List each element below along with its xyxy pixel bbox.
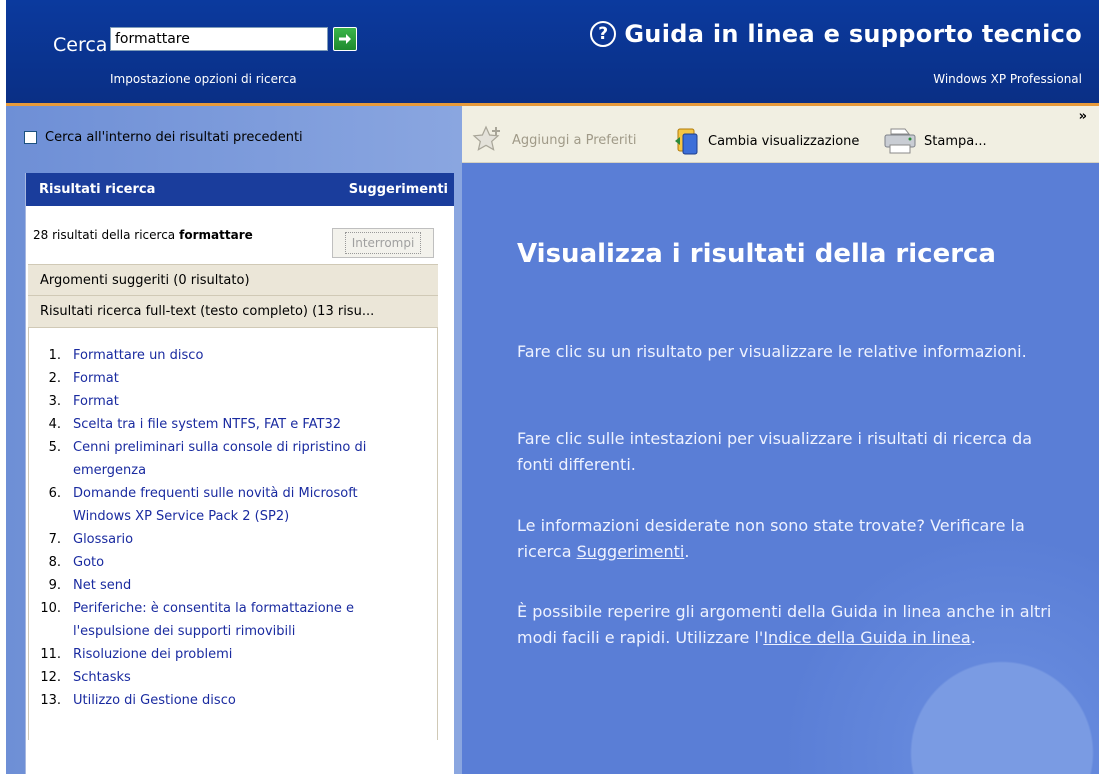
- result-item: 5. Cenni preliminari sulla console di rip…: [29, 436, 437, 482]
- print-label: Stampa...: [924, 133, 987, 149]
- results-count-row: 28 risultati della ricerca formattare In…: [26, 206, 454, 264]
- content-title: Visualizza i risultati della ricerca: [517, 239, 996, 269]
- result-number: 7.: [48, 532, 61, 547]
- arrow-right-icon: [339, 34, 351, 44]
- result-item: 13. Utilizzo di Gestione disco: [29, 689, 437, 712]
- search-previous-results-option[interactable]: Cerca all'interno dei risultati preceden…: [24, 130, 303, 145]
- help-center-title: ? Guida in linea e supporto tecnico: [590, 20, 1082, 48]
- add-favorites-button[interactable]: Aggiungi a Preferiti: [472, 125, 637, 155]
- content-paragraph-4: È possibile reperire gli argomenti della…: [517, 599, 1057, 651]
- tab-search-results[interactable]: Risultati ricerca: [39, 182, 155, 197]
- paragraph-3-end: .: [684, 542, 690, 561]
- toolbar-overflow-chevron[interactable]: »: [1079, 109, 1087, 124]
- content-paragraph-1: Fare clic su un risultato per visualizza…: [517, 342, 1027, 361]
- result-link[interactable]: Goto: [73, 551, 403, 574]
- result-item: 10. Periferiche: è consentita la formatta…: [29, 597, 437, 643]
- result-item: 1. Formattare un disco: [29, 344, 437, 367]
- change-view-label: Cambia visualizzazione: [708, 133, 860, 149]
- content-area: Visualizza i risultati della ricerca Far…: [462, 163, 1099, 774]
- result-link[interactable]: Net send: [73, 574, 403, 597]
- suggestions-link[interactable]: Suggerimenti: [577, 542, 685, 561]
- results-box: Risultati ricerca Suggerimenti 28 risult…: [25, 173, 454, 774]
- change-view-icon: [675, 128, 698, 155]
- results-list: 1. Formattare un disco 2. Format 3. Format 4. S…: [28, 328, 438, 740]
- result-link[interactable]: Format: [73, 367, 403, 390]
- result-item: 8. Goto: [29, 551, 437, 574]
- question-mark-icon: ?: [590, 21, 617, 47]
- result-number: 6.: [48, 486, 61, 501]
- result-link[interactable]: Scelta tra i file system NTFS, FAT e FAT…: [73, 413, 403, 436]
- result-item: 11. Risoluzione dei problemi: [29, 643, 437, 666]
- result-link[interactable]: Utilizzo di Gestione disco: [73, 689, 403, 712]
- stop-button[interactable]: Interrompi: [332, 228, 434, 258]
- result-number: 8.: [48, 555, 61, 570]
- content-toolbar: Aggiungi a Preferiti Cambia visualizzazi…: [462, 106, 1099, 163]
- result-link[interactable]: Risoluzione dei problemi: [73, 643, 403, 666]
- result-item: 7. Glossario: [29, 528, 437, 551]
- result-number: 1.: [48, 348, 61, 363]
- section-fulltext-results[interactable]: Risultati ricerca full-text (testo compl…: [28, 296, 438, 328]
- stop-button-label: Interrompi: [344, 232, 422, 254]
- section-suggested-topics[interactable]: Argomenti suggeriti (0 risultato): [28, 264, 438, 296]
- result-link[interactable]: Glossario: [73, 528, 403, 551]
- help-index-link[interactable]: Indice della Guida in linea: [763, 628, 970, 647]
- content-paragraph-3: Le informazioni desiderate non sono stat…: [517, 513, 1057, 565]
- print-button[interactable]: Stampa...: [882, 125, 987, 157]
- search-input[interactable]: [110, 27, 328, 51]
- result-number: 10.: [40, 601, 61, 616]
- search-go-button[interactable]: [333, 27, 357, 51]
- result-link[interactable]: Periferiche: è consentita la formattazio…: [73, 597, 403, 643]
- result-item: 2. Format: [29, 367, 437, 390]
- tab-suggestions[interactable]: Suggerimenti: [349, 182, 448, 197]
- result-number: 3.: [48, 394, 61, 409]
- result-number: 11.: [40, 647, 61, 662]
- add-favorites-label: Aggiungi a Preferiti: [512, 132, 637, 148]
- search-previous-results-checkbox[interactable]: [24, 131, 37, 144]
- result-number: 13.: [40, 693, 61, 708]
- result-item: 9. Net send: [29, 574, 437, 597]
- star-add-icon: [472, 125, 500, 151]
- help-center-title-text: Guida in linea e supporto tecnico: [624, 20, 1082, 48]
- search-options-link[interactable]: Impostazione opzioni di ricerca: [110, 72, 297, 86]
- search-results-pane: Cerca all'interno dei risultati preceden…: [6, 106, 462, 774]
- results-tab-bar: Risultati ricerca Suggerimenti: [26, 173, 454, 206]
- result-link[interactable]: Cenni preliminari sulla console di ripri…: [73, 436, 403, 482]
- result-link[interactable]: Domande frequenti sulle novità di Micros…: [73, 482, 403, 528]
- result-number: 5.: [48, 440, 61, 455]
- paragraph-4-end: .: [970, 628, 976, 647]
- result-number: 9.: [48, 578, 61, 593]
- header-bar: Cerca Impostazione opzioni di ricerca ? …: [6, 0, 1099, 103]
- result-item: 4. Scelta tra i file system NTFS, FAT e F…: [29, 413, 437, 436]
- result-number: 2.: [48, 371, 61, 386]
- product-name: Windows XP Professional: [933, 72, 1082, 86]
- search-label: Cerca: [53, 34, 108, 56]
- result-link[interactable]: Format: [73, 390, 403, 413]
- content-paragraph-2: Fare clic sulle intestazioni per visuali…: [517, 429, 1033, 474]
- printer-icon: [884, 128, 916, 154]
- result-link[interactable]: Schtasks: [73, 666, 403, 689]
- result-item: 12. Schtasks: [29, 666, 437, 689]
- result-link[interactable]: Formattare un disco: [73, 344, 403, 367]
- result-number: 12.: [40, 670, 61, 685]
- results-count-text: 28 risultati della ricerca: [33, 228, 176, 242]
- search-previous-results-label: Cerca all'interno dei risultati preceden…: [45, 130, 303, 145]
- result-item: 6. Domande frequenti sulle novità di Micr…: [29, 482, 437, 528]
- results-count-term: formattare: [179, 228, 253, 242]
- result-item: 3. Format: [29, 390, 437, 413]
- result-number: 4.: [48, 417, 61, 432]
- change-view-button[interactable]: Cambia visualizzazione: [672, 125, 859, 157]
